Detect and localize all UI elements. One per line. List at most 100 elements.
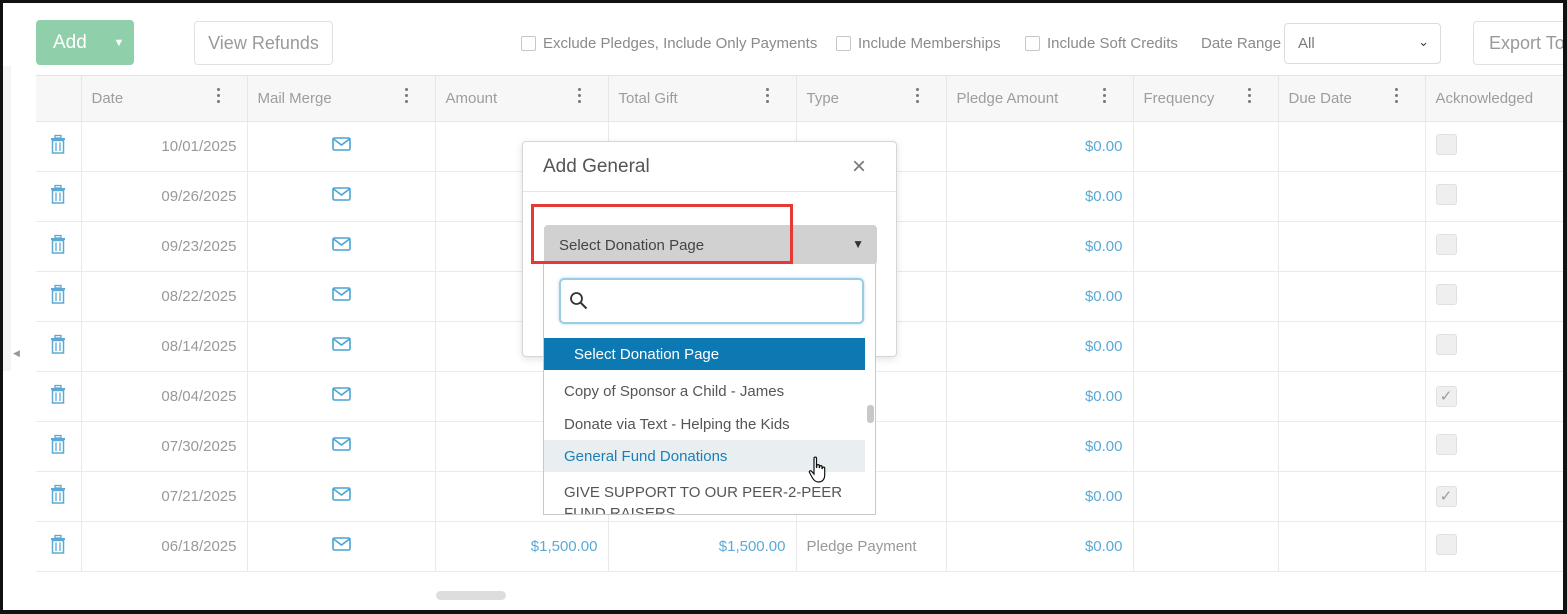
- pledge-amount-cell[interactable]: $0.00: [946, 471, 1134, 522]
- horizontal-scrollbar[interactable]: [436, 591, 506, 600]
- col-header-due-date[interactable]: Due Date: [1278, 76, 1426, 122]
- side-collapse-strip[interactable]: [3, 66, 11, 371]
- column-menu-icon[interactable]: [404, 88, 409, 103]
- close-icon[interactable]: ×: [852, 153, 866, 181]
- trash-icon[interactable]: [48, 434, 68, 456]
- checkbox-include-memberships[interactable]: [836, 36, 851, 51]
- envelope-icon[interactable]: [331, 137, 351, 155]
- filter-include-soft-credits[interactable]: Include Soft Credits: [1025, 35, 1178, 52]
- acknowledged-cell: [1425, 271, 1567, 322]
- mail-merge-cell[interactable]: [247, 521, 436, 572]
- mail-merge-cell[interactable]: [247, 221, 436, 272]
- col-header-acknowledged[interactable]: Acknowledged: [1425, 76, 1567, 122]
- trash-icon[interactable]: [48, 384, 68, 406]
- mail-merge-cell[interactable]: [247, 271, 436, 322]
- collapse-arrow-icon[interactable]: ◀: [13, 348, 20, 359]
- column-menu-icon[interactable]: [915, 88, 920, 103]
- toolbar: Add ▼ View Refunds Exclude Pledges, Incl…: [36, 20, 1567, 66]
- col-header-total-gift[interactable]: Total Gift: [608, 76, 797, 122]
- date-range-select[interactable]: All ⌄: [1284, 23, 1441, 64]
- hand-pointer-icon: [808, 456, 826, 483]
- delete-cell[interactable]: [36, 521, 82, 572]
- delete-cell[interactable]: [36, 121, 82, 172]
- checkbox-exclude-pledges[interactable]: [521, 36, 536, 51]
- envelope-icon[interactable]: [331, 437, 351, 455]
- acknowledged-checkbox[interactable]: [1435, 333, 1457, 355]
- column-menu-icon[interactable]: [1247, 88, 1252, 103]
- frequency-cell: [1133, 271, 1279, 322]
- col-header-type[interactable]: Type: [796, 76, 947, 122]
- col-header-pledge-amount[interactable]: Pledge Amount: [946, 76, 1134, 122]
- mail-merge-cell[interactable]: [247, 171, 436, 222]
- mail-merge-cell[interactable]: [247, 421, 436, 472]
- envelope-icon[interactable]: [331, 537, 351, 555]
- filter-exclude-pledges[interactable]: Exclude Pledges, Include Only Payments: [521, 35, 817, 52]
- acknowledged-checkbox[interactable]: [1435, 183, 1457, 205]
- dropdown-option[interactable]: Select Donation Page: [544, 338, 865, 370]
- column-menu-icon[interactable]: [765, 88, 770, 103]
- col-header-label: Due Date: [1288, 89, 1352, 107]
- trash-icon[interactable]: [48, 284, 68, 306]
- column-menu-icon[interactable]: [1102, 88, 1107, 103]
- trash-icon[interactable]: [48, 184, 68, 206]
- mail-merge-cell[interactable]: [247, 321, 436, 372]
- mail-merge-cell[interactable]: [247, 471, 436, 522]
- pledge-amount-cell[interactable]: $0.00: [946, 321, 1134, 372]
- delete-cell[interactable]: [36, 471, 82, 522]
- total-gift-cell[interactable]: $1,500.00: [608, 521, 797, 572]
- export-button[interactable]: Export To: [1473, 21, 1567, 65]
- acknowledged-checkbox[interactable]: [1435, 433, 1457, 455]
- pledge-amount-cell[interactable]: $0.00: [946, 371, 1134, 422]
- envelope-icon[interactable]: [331, 237, 351, 255]
- column-menu-icon[interactable]: [216, 88, 221, 103]
- mail-merge-cell[interactable]: [247, 121, 436, 172]
- due-date-cell: [1278, 371, 1426, 422]
- pledge-amount-cell[interactable]: $0.00: [946, 271, 1134, 322]
- delete-cell[interactable]: [36, 371, 82, 422]
- dropdown-scrollbar-thumb[interactable]: [867, 405, 874, 423]
- acknowledged-checkbox[interactable]: [1435, 283, 1457, 305]
- delete-cell[interactable]: [36, 271, 82, 322]
- envelope-icon[interactable]: [331, 287, 351, 305]
- col-header-mail-merge[interactable]: Mail Merge: [247, 76, 436, 122]
- envelope-icon[interactable]: [331, 487, 351, 505]
- acknowledged-checkbox[interactable]: ✓: [1435, 485, 1457, 507]
- pledge-amount-cell[interactable]: $0.00: [946, 421, 1134, 472]
- col-header-date[interactable]: Date: [81, 76, 248, 122]
- filter-include-memberships[interactable]: Include Memberships: [836, 35, 1001, 52]
- envelope-icon[interactable]: [331, 337, 351, 355]
- delete-cell[interactable]: [36, 171, 82, 222]
- trash-icon[interactable]: [48, 484, 68, 506]
- trash-icon[interactable]: [48, 334, 68, 356]
- acknowledged-checkbox[interactable]: [1435, 533, 1457, 555]
- dropdown-option[interactable]: Donate via Text - Helping the Kids: [544, 408, 865, 440]
- dropdown-search-input[interactable]: [559, 278, 864, 324]
- envelope-icon[interactable]: [331, 387, 351, 405]
- acknowledged-checkbox[interactable]: [1435, 133, 1457, 155]
- col-header-amount[interactable]: Amount: [435, 76, 609, 122]
- amount-cell[interactable]: $1,500.00: [435, 521, 609, 572]
- delete-cell[interactable]: [36, 221, 82, 272]
- dropdown-option[interactable]: GIVE SUPPORT TO OUR PEER-2-PEER FUND RAI…: [544, 476, 844, 514]
- pledge-amount-cell[interactable]: $0.00: [946, 171, 1134, 222]
- trash-icon[interactable]: [48, 134, 68, 156]
- pledge-amount-cell[interactable]: $0.00: [946, 221, 1134, 272]
- column-menu-icon[interactable]: [1394, 88, 1399, 103]
- delete-cell[interactable]: [36, 321, 82, 372]
- trash-icon[interactable]: [48, 534, 68, 556]
- delete-cell[interactable]: [36, 421, 82, 472]
- add-button[interactable]: Add ▼: [36, 20, 134, 65]
- acknowledged-checkbox[interactable]: ✓: [1435, 385, 1457, 407]
- chevron-down-icon[interactable]: ▼: [104, 20, 134, 65]
- pledge-amount-cell[interactable]: $0.00: [946, 121, 1134, 172]
- column-menu-icon[interactable]: [577, 88, 582, 103]
- envelope-icon[interactable]: [331, 187, 351, 205]
- mail-merge-cell[interactable]: [247, 371, 436, 422]
- trash-icon[interactable]: [48, 234, 68, 256]
- acknowledged-checkbox[interactable]: [1435, 233, 1457, 255]
- dropdown-option[interactable]: Copy of Sponsor a Child - James: [544, 375, 865, 407]
- pledge-amount-cell[interactable]: $0.00: [946, 521, 1134, 572]
- col-header-frequency[interactable]: Frequency: [1133, 76, 1279, 122]
- checkbox-include-soft-credits[interactable]: [1025, 36, 1040, 51]
- view-refunds-button[interactable]: View Refunds: [194, 21, 333, 65]
